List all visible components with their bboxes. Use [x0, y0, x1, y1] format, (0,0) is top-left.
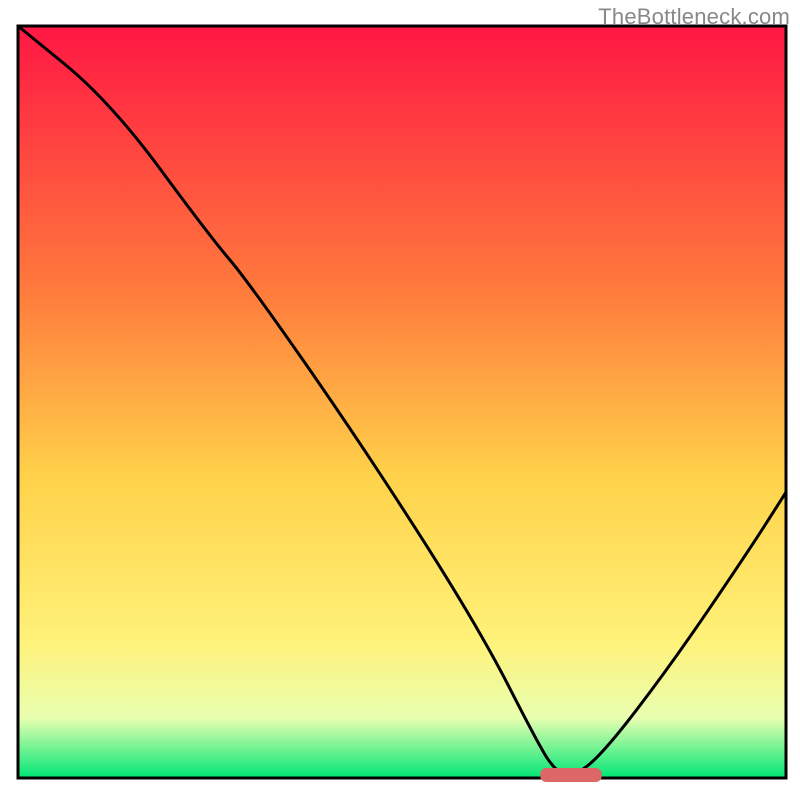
watermark: TheBottleneck.com — [598, 4, 790, 30]
minimum-marker — [540, 768, 601, 782]
chart-svg — [0, 0, 800, 800]
